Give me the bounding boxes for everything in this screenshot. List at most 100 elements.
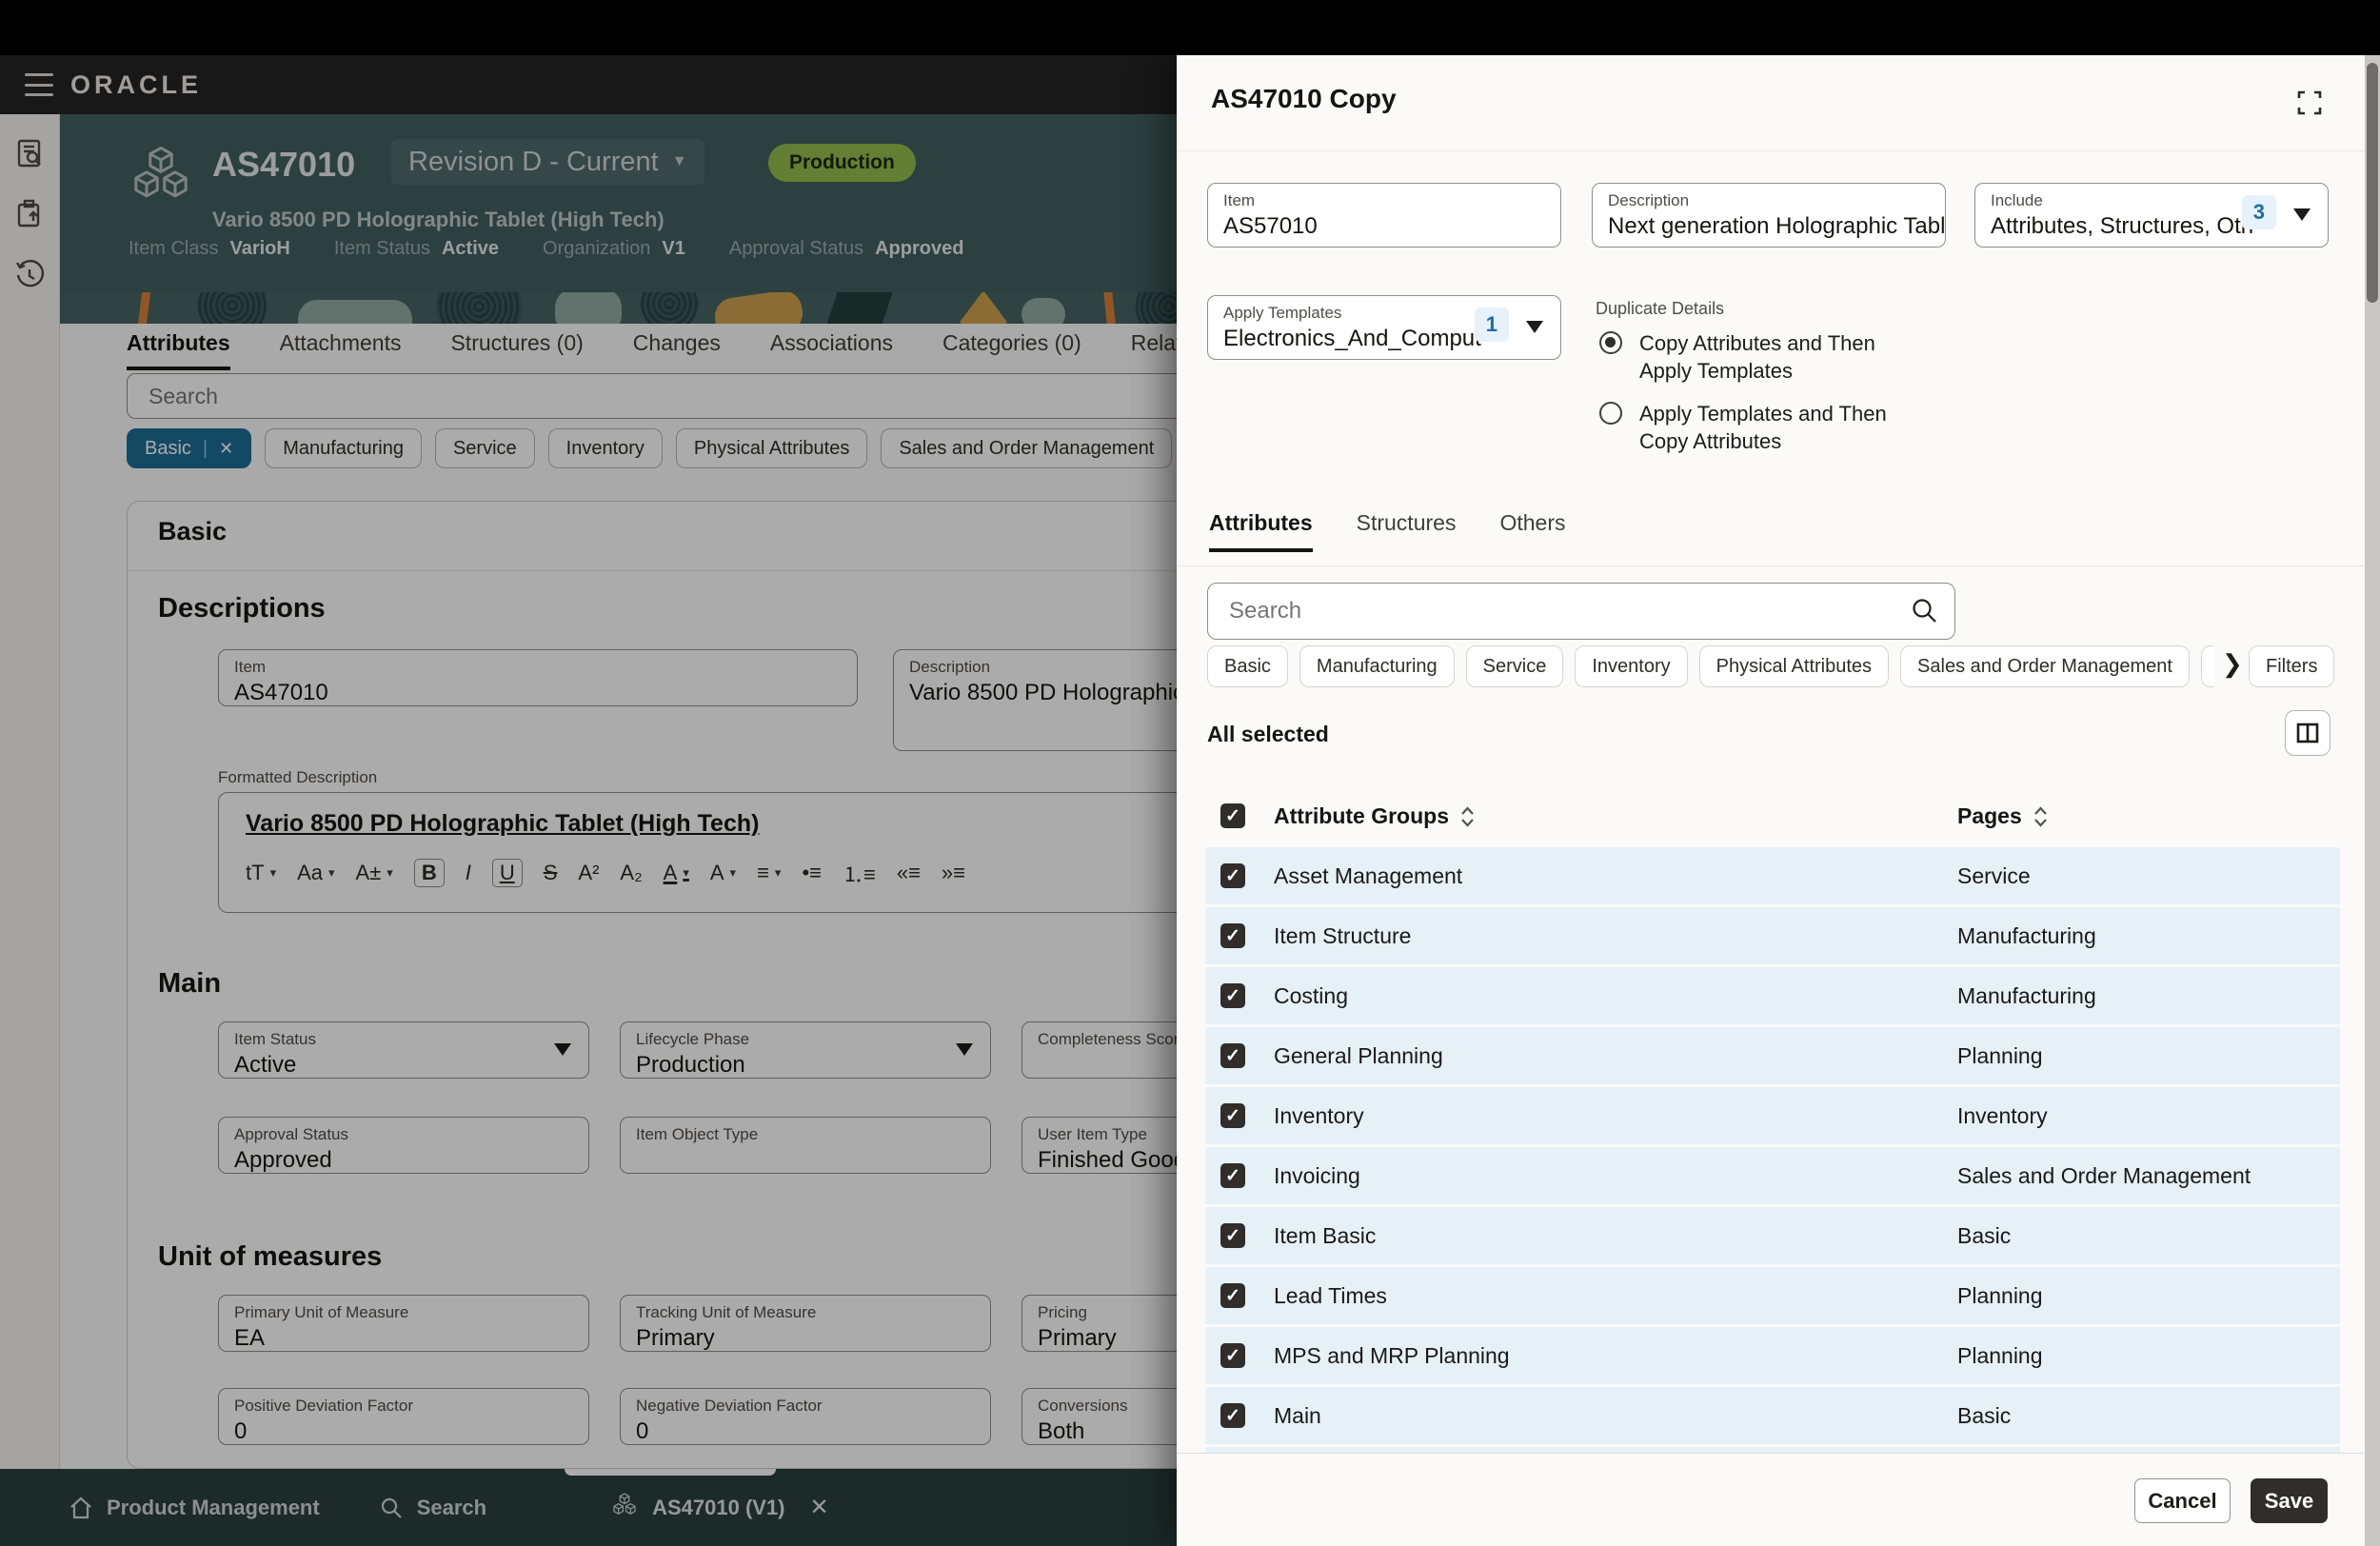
row-checkbox[interactable]: ✓ <box>1220 923 1245 948</box>
row-checkbox[interactable]: ✓ <box>1220 1223 1245 1248</box>
row-checkbox[interactable]: ✓ <box>1220 1163 1245 1188</box>
taskbar-open-tab[interactable]: AS47010 (V1) ✕ <box>610 1493 829 1523</box>
apply-templates-select[interactable]: Apply Templates Electronics_And_Comput 1 <box>1207 295 1561 360</box>
item-field[interactable]: Item AS47010 <box>218 649 858 706</box>
row-checkbox[interactable]: ✓ <box>1220 1343 1245 1368</box>
underline-button[interactable]: U <box>492 859 523 887</box>
drawer-tab-others[interactable]: Others <box>1499 510 1565 552</box>
include-select[interactable]: Include Attributes, Structures, Oth 3 <box>1974 183 2329 248</box>
sort-icon[interactable] <box>1460 805 1475 828</box>
attributes-search-input[interactable] <box>127 373 1177 419</box>
bold-button[interactable]: B <box>414 859 445 887</box>
taskbar-home[interactable]: Product Management <box>69 1496 320 1520</box>
chip-service[interactable]: Service <box>1466 645 1564 687</box>
chip-purchasing[interactable]: Purchasing <box>2201 645 2214 687</box>
history-icon[interactable] <box>13 259 46 291</box>
superscript-button[interactable]: A² <box>578 861 599 885</box>
drawer-search-input[interactable] <box>1207 583 1955 640</box>
item-status-select[interactable]: Item Status Active <box>218 1021 589 1079</box>
item-search-icon[interactable] <box>13 137 46 169</box>
filters-button[interactable]: Filters <box>2249 645 2334 687</box>
table-row[interactable]: ✓ Costing Manufacturing <box>1205 967 2340 1024</box>
save-button[interactable]: Save <box>2251 1478 2328 1523</box>
row-checkbox[interactable]: ✓ <box>1220 1043 1245 1068</box>
table-row[interactable]: ✓ General Planning Planning <box>1205 1027 2340 1084</box>
conversions-field[interactable]: Conversions Both <box>1021 1388 1177 1445</box>
copy-item-field[interactable]: Item AS57010 <box>1207 183 1561 248</box>
chip-physical-attributes[interactable]: Physical Attributes <box>676 428 867 468</box>
negative-deviation-field[interactable]: Negative Deviation Factor 0 <box>620 1388 991 1445</box>
table-row[interactable]: ✓ Lead Times Planning <box>1205 1267 2340 1324</box>
row-checkbox[interactable]: ✓ <box>1220 863 1245 888</box>
table-row[interactable]: ✓ Main Basic <box>1205 1387 2340 1444</box>
drawer-tab-attributes[interactable]: Attributes <box>1209 510 1313 552</box>
row-checkbox[interactable]: ✓ <box>1220 1403 1245 1428</box>
row-checkbox[interactable]: ✓ <box>1220 983 1245 1008</box>
chips-overflow-chevron-icon[interactable]: ❯ <box>2222 649 2243 679</box>
table-row[interactable]: ✓ Item Structure Manufacturing <box>1205 907 2340 964</box>
chip-service[interactable]: Service <box>435 428 535 468</box>
clipboard-upload-icon[interactable] <box>13 198 46 230</box>
table-row[interactable]: ✓ Invoicing Sales and Order Management <box>1205 1147 2340 1204</box>
cancel-button[interactable]: Cancel <box>2134 1478 2231 1523</box>
tracking-uom-field[interactable]: Tracking Unit of Measure Primary <box>620 1295 991 1352</box>
hamburger-menu-icon[interactable] <box>25 73 53 96</box>
outdent-button[interactable]: «≡ <box>897 861 921 885</box>
chip-basic[interactable]: Basic <box>1207 645 1288 687</box>
drawer-tab-structures[interactable]: Structures <box>1357 510 1457 552</box>
positive-deviation-field[interactable]: Positive Deviation Factor 0 <box>218 1388 589 1445</box>
tab-changes[interactable]: Changes <box>633 330 721 367</box>
chip-physical-attributes[interactable]: Physical Attributes <box>1699 645 1889 687</box>
font-size-button[interactable]: A±▾ <box>356 861 393 885</box>
text-style-button[interactable]: tT▾ <box>246 861 276 885</box>
expand-icon[interactable] <box>2289 82 2330 124</box>
align-button[interactable]: ≡▾ <box>757 861 781 885</box>
close-icon[interactable]: ✕ <box>219 439 233 459</box>
tab-attachments[interactable]: Attachments <box>280 330 402 367</box>
subscript-button[interactable]: A₂ <box>620 861 642 885</box>
rich-text-content[interactable]: Vario 8500 PD Holographic Tablet (High T… <box>246 810 759 838</box>
tab-attributes[interactable]: Attributes <box>127 330 230 370</box>
select-all-checkbox[interactable]: ✓ <box>1220 803 1245 828</box>
table-row[interactable]: ✓ Item Basic Basic <box>1205 1207 2340 1264</box>
highlight-button[interactable]: A▾ <box>710 861 736 885</box>
chip-inventory[interactable]: Inventory <box>1575 645 1687 687</box>
bullet-list-button[interactable]: •≡ <box>802 861 822 885</box>
strikethrough-button[interactable]: S <box>544 861 558 885</box>
table-row[interactable]: ✓ MPS and MRP Planning Planning <box>1205 1327 2340 1384</box>
column-settings-button[interactable] <box>2285 710 2330 756</box>
numbered-list-button[interactable]: ⒈≡ <box>843 858 876 888</box>
user-item-type-field[interactable]: User Item Type Finished Good <box>1021 1117 1177 1174</box>
primary-uom-field[interactable]: Primary Unit of Measure EA <box>218 1295 589 1352</box>
chip-manufacturing[interactable]: Manufacturing <box>265 428 422 468</box>
tab-relationships[interactable]: Relationships <box>1131 330 1177 367</box>
chip-sales-order-mgmt[interactable]: Sales and Order Management <box>1900 645 2190 687</box>
chip-sales-order-mgmt[interactable]: Sales and Order Management <box>881 428 1172 468</box>
table-row[interactable]: ✓ Asset Management Service <box>1205 847 2340 904</box>
indent-button[interactable]: »≡ <box>942 861 965 885</box>
chip-inventory[interactable]: Inventory <box>548 428 663 468</box>
row-checkbox[interactable]: ✓ <box>1220 1103 1245 1128</box>
completeness-score-field[interactable]: Completeness Score <box>1021 1021 1177 1079</box>
sort-icon[interactable] <box>2033 805 2048 828</box>
column-pages[interactable]: Pages <box>1957 803 2048 829</box>
row-checkbox[interactable]: ✓ <box>1220 1283 1245 1308</box>
table-row[interactable]: ✓ Inventory Inventory <box>1205 1087 2340 1144</box>
description-field[interactable]: Description Vario 8500 PD Holographic Ta… <box>893 649 1177 751</box>
pricing-field[interactable]: Pricing Primary <box>1021 1295 1177 1352</box>
chip-basic-selected[interactable]: Basic | ✕ <box>127 428 251 468</box>
rich-text-editor[interactable]: Vario 8500 PD Holographic Tablet (High T… <box>218 792 1177 913</box>
lifecycle-phase-select[interactable]: Lifecycle Phase Production <box>620 1021 991 1079</box>
item-object-type-field[interactable]: Item Object Type <box>620 1117 991 1174</box>
column-attribute-groups[interactable]: Attribute Groups <box>1274 803 1475 829</box>
tab-structures[interactable]: Structures (0) <box>450 330 583 367</box>
approval-status-field[interactable]: Approval Status Approved <box>218 1117 589 1174</box>
tab-associations[interactable]: Associations <box>770 330 893 367</box>
radio-copy-then-apply[interactable]: Copy Attributes and Then Apply Templates <box>1599 329 1925 385</box>
close-icon[interactable]: ✕ <box>810 1494 829 1521</box>
panel-scrollbar-thumb[interactable] <box>2367 63 2378 303</box>
copy-description-field[interactable]: Description Next generation Holographic … <box>1592 183 1946 248</box>
italic-button[interactable]: I <box>466 861 471 885</box>
font-color-button[interactable]: A▾ <box>664 861 689 885</box>
tab-categories[interactable]: Categories (0) <box>942 330 1081 367</box>
